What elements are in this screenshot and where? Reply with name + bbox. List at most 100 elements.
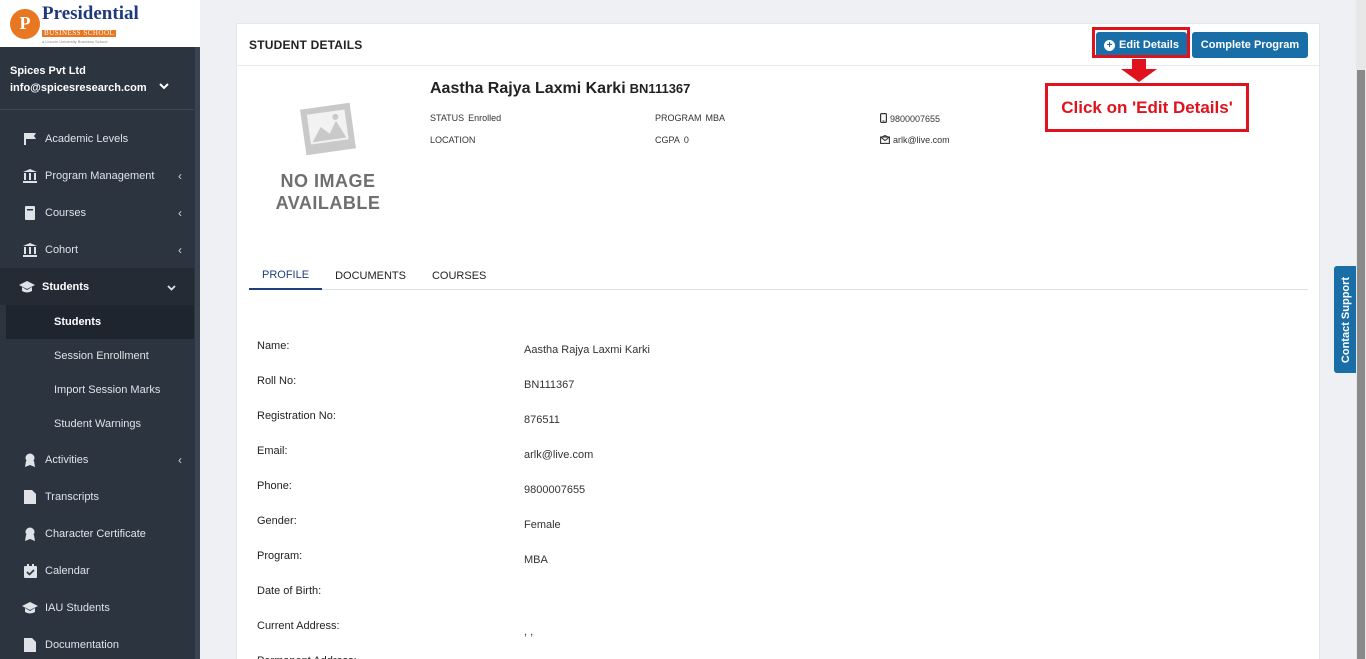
org-name: Spices Pvt Ltd [10, 65, 86, 77]
sidebar-item-label: Students [42, 280, 90, 293]
contact-support-tab[interactable]: Contact Support [1334, 266, 1358, 373]
field-label: Email: [257, 445, 288, 457]
tab-courses[interactable]: COURSES [419, 262, 499, 290]
field-label: Gender: [257, 515, 297, 527]
sidebar-item-students[interactable]: Students [0, 268, 194, 305]
phone-value: 9800007655 [890, 114, 941, 124]
field-label: Registration No: [257, 410, 336, 422]
field-label: Permanent Address: [257, 655, 457, 659]
sidebar-item-documentation[interactable]: Documentation [0, 626, 200, 659]
sidebar-nav: Academic Levels Program Management ‹ Cou… [0, 120, 200, 659]
field-value: arlk@live.com [524, 449, 594, 461]
sidebar-item-label: Cohort [45, 243, 79, 256]
calendar-check-icon [22, 563, 38, 578]
sidebar-item-program-management[interactable]: Program Management ‹ [0, 157, 200, 194]
annotation-callout: Click on 'Edit Details' [1045, 83, 1249, 132]
sidebar-item-academic-levels[interactable]: Academic Levels [0, 120, 200, 157]
sidebar-subitem-session-enrollment[interactable]: Session Enrollment [0, 339, 200, 373]
sidebar-item-label: Documentation [45, 638, 119, 651]
field-label: Phone: [257, 480, 292, 492]
program-value: MBA [705, 113, 726, 123]
sidebar-item-cohort[interactable]: Cohort ‹ [0, 231, 200, 268]
sidebar-item-label: Transcripts [45, 490, 99, 503]
org-switcher[interactable]: Spices Pvt Ltd info@spicesresearch.com [0, 47, 194, 110]
institution-icon [22, 242, 38, 257]
org-email: info@spicesresearch.com [10, 82, 147, 94]
status-field: STATUS Enrolled [430, 113, 501, 123]
brand-text: Presidential BUSINESS SCHOOL a Lincoln U… [42, 4, 139, 44]
sidebar-subitem-students[interactable]: Students [6, 305, 194, 339]
no-image-line: AVAILABLE [275, 193, 381, 213]
chevron-left-icon: ‹ [178, 168, 182, 183]
award-icon [22, 527, 38, 541]
sidebar-item-label: Academic Levels [45, 132, 129, 145]
brand-tagline: a Lincoln University Business School [42, 38, 108, 44]
contact-support-label: Contact Support [1340, 276, 1353, 363]
location-field: LOCATION [430, 135, 479, 145]
sidebar-item-calendar[interactable]: Calendar [0, 552, 200, 589]
sidebar-subitem-student-warnings[interactable]: Student Warnings [0, 407, 200, 441]
sidebar-subitem-import-session-marks[interactable]: Import Session Marks [0, 373, 200, 407]
chevron-left-icon: ‹ [178, 452, 182, 467]
field-value: 876511 [524, 414, 560, 426]
page-scrollbar[interactable] [1356, 0, 1366, 659]
file-icon [22, 637, 38, 652]
file-icon [22, 489, 38, 504]
brand-logo[interactable]: P Presidential BUSINESS SCHOOL a Lincoln… [0, 0, 200, 47]
brand-mark: P [10, 8, 40, 39]
chevron-down-icon [167, 280, 176, 294]
image-placeholder-icon [297, 102, 359, 156]
mobile-phone-icon [880, 113, 888, 125]
profile-tabs: PROFILE DOCUMENTS COURSES [249, 262, 1308, 290]
field-label: Date of Birth: [257, 585, 322, 597]
graduation-cap-icon [19, 280, 35, 294]
cgpa-label: CGPA [655, 135, 680, 145]
sidebar-item-iau-students[interactable]: IAU Students [0, 589, 200, 626]
annotation-arrow-icon [1121, 59, 1157, 82]
no-image-placeholder: NO IMAGE AVAILABLE [273, 102, 383, 222]
field-label: Program: [257, 550, 303, 562]
chevron-left-icon: ‹ [178, 242, 182, 257]
sidebar-item-label: Program Management [45, 169, 155, 182]
org-email-row: info@spicesresearch.com [10, 82, 184, 94]
cgpa-value: 0 [683, 135, 689, 145]
brand-sub: BUSINESS SCHOOL [42, 28, 117, 37]
envelope-icon [880, 134, 890, 146]
sidebar-item-label: Activities [45, 453, 89, 466]
sidebar-scrollbar[interactable] [195, 47, 200, 659]
field-value: 9800007655 [524, 484, 586, 496]
sidebar-item-transcripts[interactable]: Transcripts [0, 478, 200, 515]
brand-name: Presidential [42, 2, 139, 24]
student-full-name: Aastha Rajya Laxmi Karki [430, 80, 626, 97]
sidebar-item-activities[interactable]: Activities ‹ [0, 441, 200, 478]
sidebar-item-character-certificate[interactable]: Character Certificate [0, 515, 200, 552]
email-value: arlk@live.com [893, 135, 950, 145]
phone-field: 9800007655 [880, 113, 940, 125]
field-value: BN111367 [524, 379, 575, 391]
book-icon [22, 205, 38, 220]
tab-profile[interactable]: PROFILE [249, 262, 323, 290]
sidebar-item-label: Calendar [45, 564, 90, 577]
program-label: PROGRAM [655, 113, 702, 123]
field-label: Roll No: [257, 375, 297, 387]
field-label: Name: [257, 340, 290, 352]
no-image-text: NO IMAGE AVAILABLE [273, 170, 383, 214]
sidebar: P Presidential BUSINESS SCHOOL a Lincoln… [0, 0, 200, 659]
page-scrollbar-thumb[interactable] [1357, 70, 1365, 659]
email-field: arlk@live.com [880, 134, 950, 146]
complete-program-button[interactable]: Complete Program [1192, 32, 1308, 58]
chevron-down-icon[interactable] [158, 82, 169, 94]
tab-documents[interactable]: DOCUMENTS [322, 262, 419, 290]
cgpa-field: CGPA 0 [655, 135, 689, 145]
chevron-left-icon: ‹ [178, 205, 182, 220]
flag-icon [22, 132, 38, 146]
annotation-highlight [1092, 27, 1190, 58]
sidebar-item-label: Character Certificate [45, 527, 146, 540]
field-value: , , [524, 626, 534, 638]
status-label: STATUS [430, 113, 465, 123]
sidebar-item-label: IAU Students [45, 601, 110, 614]
status-value: Enrolled [468, 113, 502, 123]
student-name: Aastha Rajya Laxmi Karki BN111367 [430, 80, 690, 98]
sidebar-item-courses[interactable]: Courses ‹ [0, 194, 200, 231]
student-roll: BN111367 [629, 81, 691, 96]
